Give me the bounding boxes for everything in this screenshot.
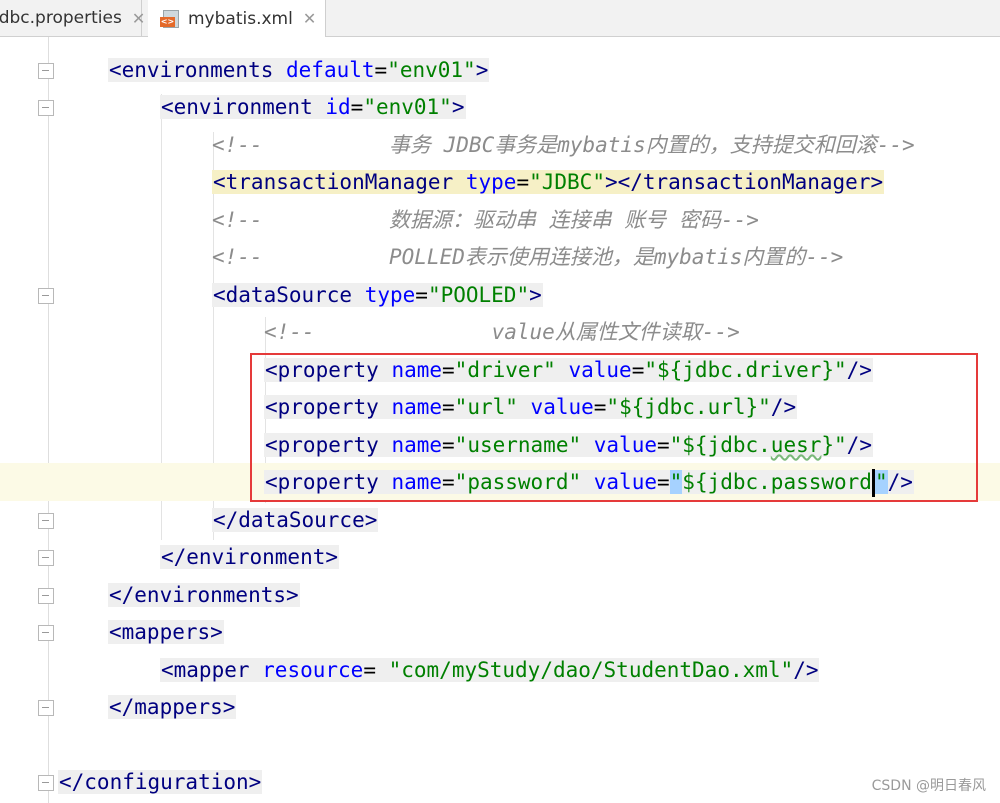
fold-marker-icon[interactable] (38, 775, 54, 791)
tab-mybatis-xml[interactable]: <> mybatis.xml ✕ (148, 0, 326, 37)
fold-marker-icon[interactable] (38, 100, 54, 116)
code-line[interactable]: </mappers> (0, 688, 1000, 726)
code-line[interactable]: <mapper resource= "com/myStudy/dao/Stude… (0, 651, 1000, 689)
fold-marker-icon[interactable] (38, 625, 54, 641)
code-line[interactable]: </environments> (0, 576, 1000, 614)
fold-marker-icon[interactable] (38, 63, 54, 79)
code-line[interactable]: <!-- POLLED表示使用连接池，是mybatis内置的--> (0, 238, 1000, 276)
code-line[interactable]: <transactionManager type="JDBC"></transa… (0, 163, 1000, 201)
code-line[interactable]: </dataSource> (0, 501, 1000, 539)
code-line[interactable]: </environment> (0, 538, 1000, 576)
tab-label: mybatis.xml (188, 8, 293, 29)
code-line[interactable]: <mappers> (0, 613, 1000, 651)
code-line[interactable]: </configuration> (0, 763, 1000, 801)
highlight-annotation-box (250, 353, 978, 502)
csdn-watermark: CSDN @明日春风 (871, 778, 986, 794)
tab-jdbc-properties[interactable]: jdbc.properties ✕ (0, 0, 145, 36)
fold-marker-icon[interactable] (38, 700, 54, 716)
code-line[interactable]: <environment id="env01"> (0, 88, 1000, 126)
fold-marker-icon[interactable] (38, 513, 54, 529)
xml-file-icon: <> (160, 9, 180, 28)
code-line[interactable]: <environments default="env01"> (0, 51, 1000, 89)
code-line[interactable]: <dataSource type="POOLED"> (0, 276, 1000, 314)
fold-marker-icon[interactable] (38, 588, 54, 604)
fold-marker-icon[interactable] (38, 550, 54, 566)
close-tab-icon[interactable]: ✕ (132, 9, 145, 28)
code-line[interactable]: <!-- 数据源：驱动串 连接串 账号 密码--> (0, 201, 1000, 239)
code-line[interactable]: <!-- 事务 JDBC事务是mybatis内置的，支持提交和回滚--> (0, 126, 1000, 164)
close-tab-icon[interactable]: ✕ (303, 9, 316, 28)
tab-label: jdbc.properties (0, 8, 122, 28)
fold-marker-icon[interactable] (38, 288, 54, 304)
code-line[interactable]: <!-- value从属性文件读取--> (0, 313, 1000, 351)
editor-tab-bar: jdbc.properties ✕ <> mybatis.xml ✕ (0, 0, 1000, 37)
